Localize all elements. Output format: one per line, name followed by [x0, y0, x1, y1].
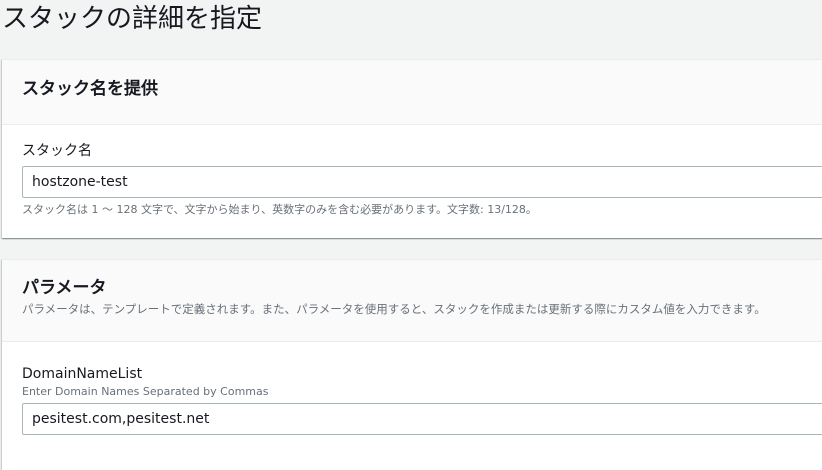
domain-name-list-description: Enter Domain Names Separated by Commas	[22, 385, 269, 398]
stack-name-input[interactable]	[22, 166, 822, 198]
stack-name-label: スタック名	[22, 143, 92, 159]
parameters-panel: パラメータ パラメータは、テンプレートで定義されます。また、パラメータを使用する…	[2, 259, 822, 470]
stack-name-constraint: スタック名は 1 ～ 128 文字で、文字から始まり、英数字のみを含む必要があり…	[22, 203, 537, 216]
domain-name-list-field: DomainNameList Enter Domain Names Separa…	[22, 364, 822, 435]
domain-name-list-input[interactable]	[22, 403, 822, 435]
stack-name-panel-header: スタック名を提供	[2, 60, 822, 125]
page-title: スタックの詳細を指定	[2, 4, 263, 34]
domain-name-list-label: DomainNameList	[22, 366, 143, 382]
stack-name-panel: スタック名を提供 スタック名 スタック名は 1 ～ 128 文字で、文字から始ま…	[2, 59, 822, 238]
stack-name-heading: スタック名を提供	[22, 79, 158, 99]
stack-name-field: スタック名 スタック名は 1 ～ 128 文字で、文字から始まり、英数字のみを含…	[22, 141, 822, 218]
parameters-description: パラメータは、テンプレートで定義されます。また、パラメータを使用すると、スタック…	[22, 302, 766, 316]
parameters-panel-header: パラメータ パラメータは、テンプレートで定義されます。また、パラメータを使用する…	[2, 260, 822, 342]
parameters-heading: パラメータ	[22, 278, 107, 298]
